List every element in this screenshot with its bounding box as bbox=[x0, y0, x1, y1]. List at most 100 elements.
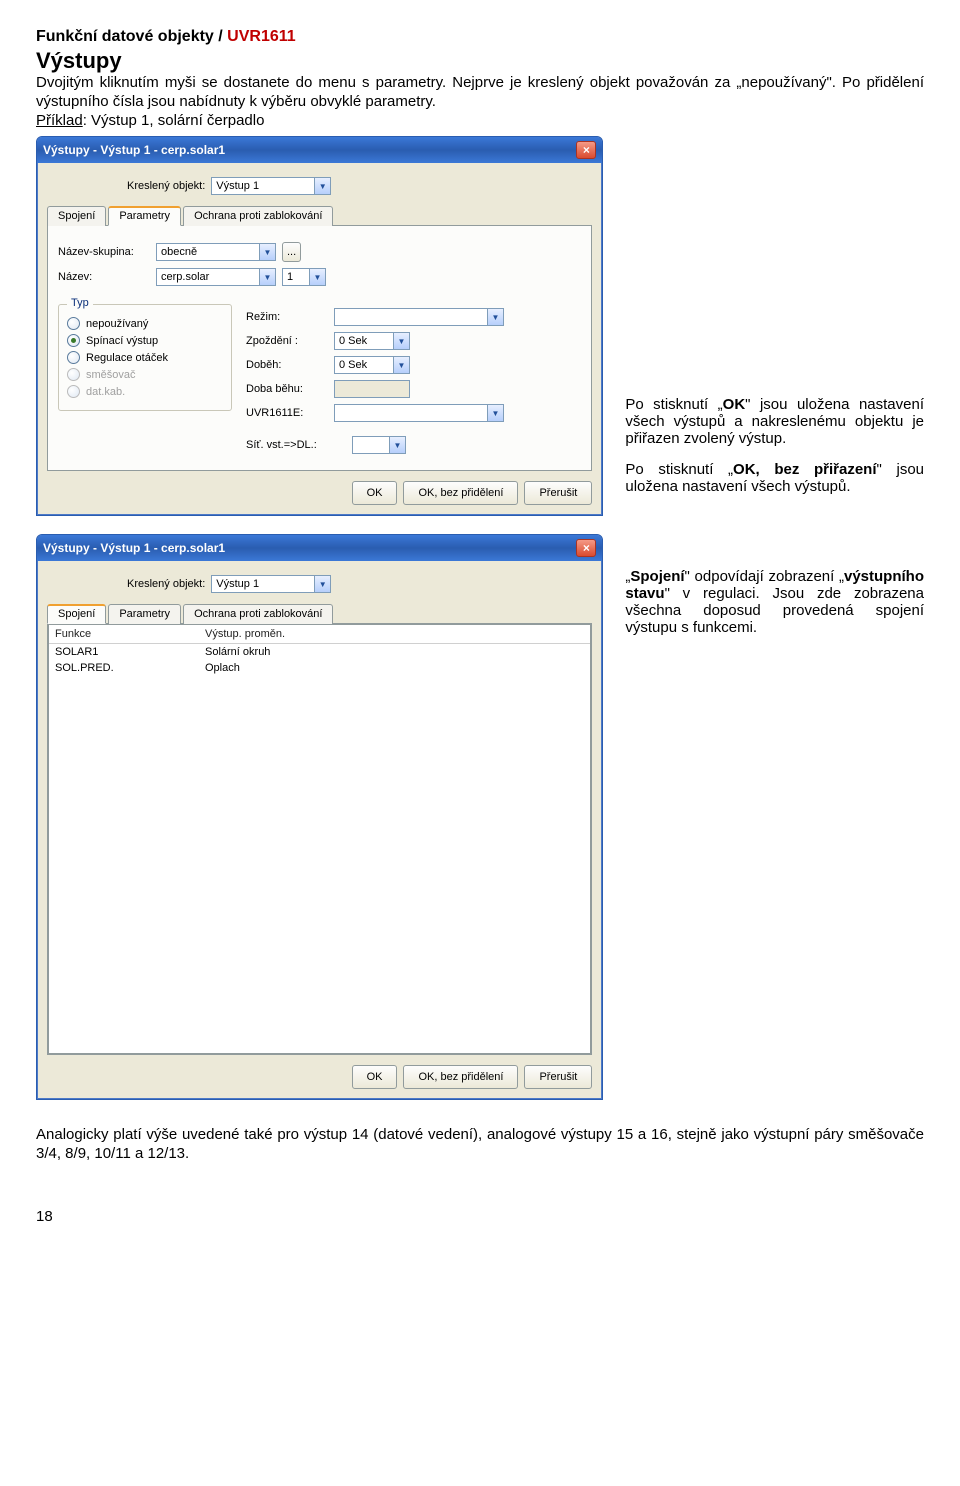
cancel-button[interactable]: Přerušit bbox=[524, 1065, 592, 1089]
dobeh-label: Doběh: bbox=[246, 359, 328, 371]
tab-bar: Spojení Parametry Ochrana proti zablokov… bbox=[47, 205, 592, 226]
radio-regulace-label: Regulace otáček bbox=[86, 352, 168, 364]
group-typ-legend: Typ bbox=[67, 297, 93, 309]
zpozdeni-label: Zpoždění : bbox=[246, 335, 328, 347]
radio-regulace[interactable]: Regulace otáček bbox=[67, 351, 223, 364]
txt: Po stisknutí „ bbox=[625, 396, 722, 413]
zpozdeni-combo[interactable]: 0 Sek ▼ bbox=[334, 332, 410, 350]
zpozdeni-value: 0 Sek bbox=[339, 335, 367, 347]
tab-parametry[interactable]: Parametry bbox=[108, 206, 181, 226]
radio-datkab-label: dat.kab. bbox=[86, 386, 125, 398]
cell-vystup: Solární okruh bbox=[205, 646, 525, 658]
close-button[interactable]: × bbox=[576, 539, 596, 557]
txt-ok-noassign: OK, bez přiřazení bbox=[733, 461, 876, 478]
chevron-down-icon: ▼ bbox=[309, 269, 325, 285]
name-group-combo[interactable]: obecně ▼ bbox=[156, 243, 276, 261]
col-funkce: Funkce bbox=[55, 628, 205, 640]
list-item[interactable]: SOLAR1 Solární okruh bbox=[49, 644, 590, 660]
tab-ochrana[interactable]: Ochrana proti zablokování bbox=[183, 604, 333, 624]
page-number: 18 bbox=[36, 1208, 924, 1225]
name-group-more-button[interactable]: ... bbox=[282, 242, 301, 262]
tab-spojeni[interactable]: Spojení bbox=[47, 206, 106, 226]
dobabehu-field bbox=[334, 380, 410, 398]
cell-vystup: Oplach bbox=[205, 662, 525, 674]
chevron-down-icon: ▼ bbox=[314, 576, 330, 592]
name-group-value: obecně bbox=[161, 246, 197, 258]
drawn-object-combo[interactable]: Výstup 1 ▼ bbox=[211, 575, 331, 593]
ok-button[interactable]: OK bbox=[352, 481, 398, 505]
page-subheading: Výstupy bbox=[36, 48, 924, 74]
example-line: Příklad: Výstup 1, solární čerpadlo bbox=[36, 112, 924, 131]
radio-smesovac-label: směšovač bbox=[86, 369, 136, 381]
radio-spinaci[interactable]: Spínací výstup bbox=[67, 334, 223, 347]
radio-datkab: dat.kab. bbox=[67, 385, 223, 398]
chevron-down-icon: ▼ bbox=[487, 309, 503, 325]
chevron-down-icon: ▼ bbox=[389, 437, 405, 453]
drawn-object-combo[interactable]: Výstup 1 ▼ bbox=[211, 177, 331, 195]
cell-funkce: SOL.PRED. bbox=[55, 662, 205, 674]
page-heading: Funkční datové objekty / UVR1611 bbox=[36, 28, 924, 46]
txt-ok: OK bbox=[723, 396, 746, 413]
uvr1611e-label: UVR1611E: bbox=[246, 407, 328, 419]
tab-ochrana[interactable]: Ochrana proti zablokování bbox=[183, 206, 333, 226]
close-icon: × bbox=[583, 542, 590, 554]
sitvst-label: Síť. vst.=>DL.: bbox=[246, 439, 346, 451]
intro-paragraph: Dvojitým kliknutím myši se dostanete do … bbox=[36, 74, 924, 112]
chevron-down-icon: ▼ bbox=[393, 357, 409, 373]
rezim-combo[interactable]: ▼ bbox=[334, 308, 504, 326]
heading-prefix: Funkční datové objekty / bbox=[36, 28, 227, 45]
dobeh-combo[interactable]: 0 Sek ▼ bbox=[334, 356, 410, 374]
tab-spojeni[interactable]: Spojení bbox=[47, 604, 106, 624]
drawn-object-value: Výstup 1 bbox=[216, 180, 259, 192]
txt: Po stisknutí „ bbox=[625, 461, 733, 478]
list-header: Funkce Výstup. proměn. bbox=[49, 625, 590, 644]
radio-spinaci-label: Spínací výstup bbox=[86, 335, 158, 347]
side-text-1: Po stisknutí „OK" jsou uložena nastavení… bbox=[625, 136, 924, 495]
radio-smesovac: směšovač bbox=[67, 368, 223, 381]
tab-bar: Spojení Parametry Ochrana proti zablokov… bbox=[47, 603, 592, 624]
name-index-combo[interactable]: 1 ▼ bbox=[282, 268, 326, 286]
list-item[interactable]: SOL.PRED. Oplach bbox=[49, 660, 590, 676]
dialog-vystupy-parametry: Výstupy - Výstup 1 - cerp.solar1 × Kresl… bbox=[36, 136, 603, 516]
tab-parametry[interactable]: Parametry bbox=[108, 604, 181, 624]
cancel-button[interactable]: Přerušit bbox=[524, 481, 592, 505]
sitvst-combo[interactable]: ▼ bbox=[352, 436, 406, 454]
drawn-object-label: Kreslený objekt: bbox=[127, 578, 205, 590]
cell-funkce: SOLAR1 bbox=[55, 646, 205, 658]
titlebar: Výstupy - Výstup 1 - cerp.solar1 × bbox=[37, 535, 602, 561]
titlebar: Výstupy - Výstup 1 - cerp.solar1 × bbox=[37, 137, 602, 163]
name-combo[interactable]: cerp.solar ▼ bbox=[156, 268, 276, 286]
side-text-2: „Spojení" odpovídají zobrazení „výstupní… bbox=[625, 534, 924, 636]
txt: " v regulaci. Jsou zde zobrazena všechna… bbox=[625, 585, 924, 636]
name-label: Název: bbox=[58, 271, 150, 283]
dobabehu-label: Doba běhu: bbox=[246, 383, 328, 395]
tabpanel-parametry: Název-skupina: obecně ▼ ... Název: cerp.… bbox=[47, 226, 592, 471]
name-value: cerp.solar bbox=[161, 271, 209, 283]
uvr1611e-combo[interactable]: ▼ bbox=[334, 404, 504, 422]
radio-nepouzivany[interactable]: nepoužívaný bbox=[67, 317, 223, 330]
example-text: : Výstup 1, solární čerpadlo bbox=[83, 112, 265, 129]
example-label: Příklad bbox=[36, 112, 83, 129]
close-button[interactable]: × bbox=[576, 141, 596, 159]
group-typ: Typ nepoužívaný Spínací výstup Regulace … bbox=[58, 304, 232, 411]
tabpanel-spojeni: Funkce Výstup. proměn. SOLAR1 Solární ok… bbox=[47, 624, 592, 1055]
col-vystup: Výstup. proměn. bbox=[205, 628, 525, 640]
drawn-object-value: Výstup 1 bbox=[216, 578, 259, 590]
ok-noassign-button[interactable]: OK, bez přidělení bbox=[403, 1065, 518, 1089]
chevron-down-icon: ▼ bbox=[259, 244, 275, 260]
txt: " odpovídají zobrazení „ bbox=[685, 568, 844, 585]
txt-spojeni: Spojení bbox=[630, 568, 684, 585]
window-title: Výstupy - Výstup 1 - cerp.solar1 bbox=[43, 143, 225, 157]
ok-noassign-button[interactable]: OK, bez přidělení bbox=[403, 481, 518, 505]
close-icon: × bbox=[583, 144, 590, 156]
footer-paragraph: Analogicky platí výše uvedené také pro v… bbox=[36, 1126, 924, 1164]
rezim-label: Režim: bbox=[246, 311, 328, 323]
connections-list: Funkce Výstup. proměn. SOLAR1 Solární ok… bbox=[48, 624, 591, 1054]
dialog-vystupy-spojeni: Výstupy - Výstup 1 - cerp.solar1 × Kresl… bbox=[36, 534, 603, 1100]
chevron-down-icon: ▼ bbox=[393, 333, 409, 349]
ok-button[interactable]: OK bbox=[352, 1065, 398, 1089]
heading-model: UVR1611 bbox=[227, 28, 296, 45]
chevron-down-icon: ▼ bbox=[314, 178, 330, 194]
radio-nepouzivany-label: nepoužívaný bbox=[86, 318, 148, 330]
name-group-label: Název-skupina: bbox=[58, 246, 150, 258]
